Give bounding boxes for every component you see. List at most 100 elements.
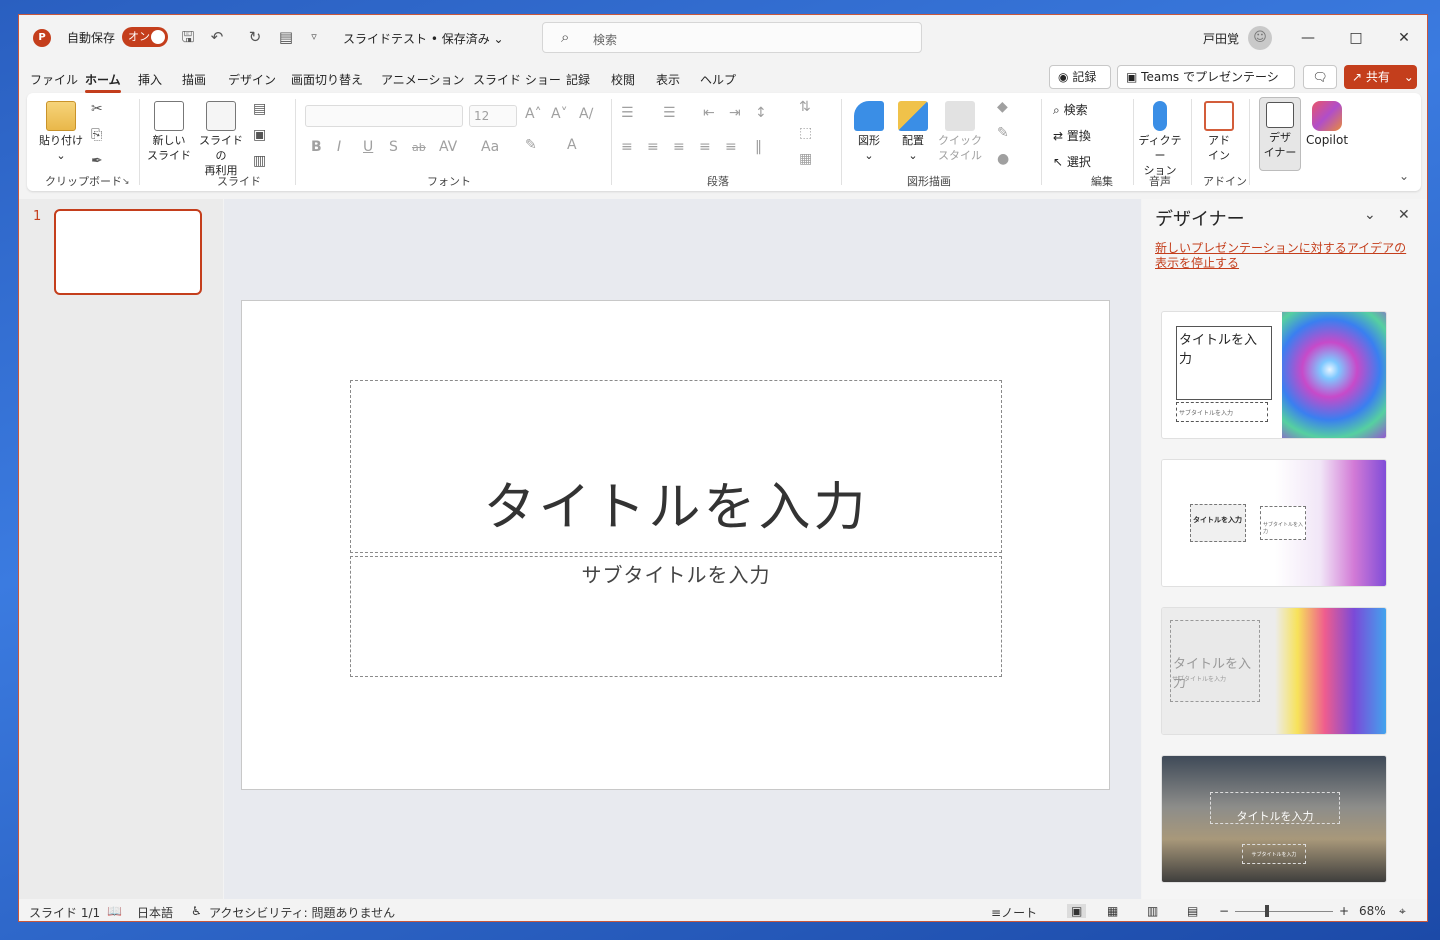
- tab-view[interactable]: 表示: [656, 71, 680, 88]
- close-icon[interactable]: ✕: [1398, 207, 1410, 223]
- present-icon[interactable]: ▤: [276, 27, 296, 47]
- line-spacing-icon[interactable]: ↕: [755, 105, 767, 121]
- distribute-icon[interactable]: ≡: [725, 139, 737, 155]
- zoom-out-icon[interactable]: −: [1219, 904, 1229, 918]
- slideshow-icon[interactable]: ▤: [1187, 904, 1198, 918]
- design-idea-card[interactable]: タイトルを入力 サブタイトルを入力: [1161, 607, 1387, 735]
- collapse-ribbon-icon[interactable]: ⌄: [1399, 169, 1409, 183]
- shape-fill-icon[interactable]: ◆: [997, 99, 1008, 115]
- shapes-button[interactable]: 図形 ⌄: [849, 101, 889, 163]
- char-spacing-icon[interactable]: AV: [439, 139, 457, 155]
- layout-icon[interactable]: ▤: [253, 101, 266, 117]
- change-case-button[interactable]: Aa: [481, 139, 499, 155]
- quick-styles-button[interactable]: クイック スタイル: [935, 101, 985, 163]
- tab-help[interactable]: ヘルプ: [700, 71, 736, 88]
- reuse-slides-button[interactable]: スライドの 再利用: [195, 101, 247, 178]
- redo-icon[interactable]: ↻: [245, 27, 265, 47]
- autosave-toggle[interactable]: オン: [122, 27, 168, 47]
- normal-view-icon[interactable]: ▣: [1067, 904, 1087, 918]
- tab-design[interactable]: デザイン: [228, 71, 276, 88]
- document-title[interactable]: スライドテスト • 保存済み ⌄: [343, 30, 504, 47]
- spelling-icon[interactable]: 📖: [107, 904, 122, 918]
- tab-draw[interactable]: 描画: [182, 71, 206, 88]
- avatar[interactable]: ☺: [1248, 26, 1272, 50]
- tab-transitions[interactable]: 画面切り替え: [291, 71, 363, 88]
- tab-file[interactable]: ファイル: [30, 71, 78, 88]
- highlight-icon[interactable]: ✎: [525, 137, 537, 153]
- align-text-icon[interactable]: ⬚: [799, 125, 812, 141]
- close-button[interactable]: ✕: [1389, 27, 1419, 49]
- bullets-icon[interactable]: ☰: [621, 105, 634, 121]
- align-center-icon[interactable]: ≡: [647, 139, 659, 155]
- font-color-icon[interactable]: A: [567, 137, 577, 153]
- shrink-font-icon[interactable]: A˅: [551, 106, 568, 122]
- search-box[interactable]: ⌕ 検索: [542, 22, 922, 53]
- paste-button[interactable]: 貼り付け ⌄: [39, 101, 83, 163]
- grow-font-icon[interactable]: A˄: [525, 106, 542, 122]
- reading-view-icon[interactable]: ▥: [1147, 904, 1158, 918]
- record-button[interactable]: ◉ 記録: [1049, 65, 1111, 89]
- replace-button[interactable]: ⇄ 置換: [1053, 127, 1091, 144]
- shape-effects-icon[interactable]: ●: [997, 151, 1009, 167]
- strikethrough-button[interactable]: ab: [412, 141, 426, 154]
- clear-format-icon[interactable]: A∕: [579, 106, 593, 122]
- accessibility-icon[interactable]: ♿: [191, 904, 202, 918]
- share-button[interactable]: ↗ 共有 ⌄: [1344, 65, 1417, 89]
- addins-button[interactable]: アド イン: [1199, 101, 1239, 163]
- design-idea-card[interactable]: タイトルを入力 サブタイトルを入力: [1161, 755, 1387, 883]
- align-left-icon[interactable]: ≡: [621, 139, 633, 155]
- slide-canvas[interactable]: タイトルを入力 サブタイトルを入力: [241, 300, 1110, 790]
- tab-record[interactable]: 記録: [566, 71, 590, 88]
- save-icon[interactable]: 🖫: [178, 27, 198, 47]
- copy-icon[interactable]: ⎘: [91, 127, 102, 143]
- tab-slideshow[interactable]: スライド ショー: [473, 71, 561, 88]
- smartart-icon[interactable]: ▦: [799, 151, 812, 167]
- chevron-down-icon[interactable]: ⌄: [1364, 207, 1376, 223]
- underline-button[interactable]: U: [363, 139, 373, 155]
- slide-thumbnail[interactable]: [54, 209, 202, 295]
- fit-slide-icon[interactable]: ⌖: [1399, 904, 1406, 919]
- zoom-in-icon[interactable]: +: [1339, 904, 1349, 918]
- language[interactable]: 日本語: [137, 904, 173, 921]
- tab-insert[interactable]: 挿入: [138, 71, 162, 88]
- bold-button[interactable]: B: [311, 139, 322, 155]
- align-right-icon[interactable]: ≡: [673, 139, 685, 155]
- font-size-box[interactable]: 12: [469, 105, 517, 127]
- font-name-box[interactable]: [305, 105, 463, 127]
- design-idea-card[interactable]: タイトルを入力 サブタイトルを入力: [1161, 459, 1387, 587]
- shadow-button[interactable]: S: [389, 139, 398, 155]
- numbering-icon[interactable]: ☰: [663, 105, 676, 121]
- shape-outline-icon[interactable]: ✎: [997, 125, 1009, 141]
- designer-button[interactable]: デザ イナー: [1259, 97, 1301, 171]
- title-placeholder[interactable]: タイトルを入力: [350, 380, 1002, 553]
- section-icon[interactable]: ▥: [253, 153, 266, 169]
- tab-animations[interactable]: アニメーション: [381, 71, 465, 88]
- increase-indent-icon[interactable]: ⇥: [729, 105, 741, 121]
- customize-toolbar-icon[interactable]: ▿: [304, 27, 324, 47]
- justify-icon[interactable]: ≡: [699, 139, 711, 155]
- columns-icon[interactable]: ‖: [755, 139, 762, 155]
- reset-icon[interactable]: ▣: [253, 127, 266, 143]
- copilot-button[interactable]: Copilot: [1305, 101, 1349, 148]
- accessibility-status[interactable]: アクセシビリティ: 問題ありません: [209, 904, 395, 921]
- tab-home[interactable]: ホーム: [85, 71, 121, 93]
- select-button[interactable]: ↖ 選択: [1053, 153, 1091, 170]
- maximize-button[interactable]: □: [1341, 27, 1371, 49]
- cut-icon[interactable]: ✂: [91, 101, 103, 117]
- undo-icon[interactable]: ↶: [207, 27, 227, 47]
- zoom-level[interactable]: 68%: [1359, 904, 1386, 918]
- find-button[interactable]: ⌕ 検索: [1053, 101, 1088, 118]
- dialog-launcher-icon[interactable]: ↘: [122, 177, 130, 187]
- minimize-button[interactable]: —: [1293, 27, 1323, 49]
- zoom-slider-thumb[interactable]: [1264, 905, 1269, 917]
- new-slide-button[interactable]: 新しい スライド: [145, 101, 193, 163]
- decrease-indent-icon[interactable]: ⇤: [703, 105, 715, 121]
- notes-button[interactable]: ≡ノート: [991, 904, 1037, 921]
- design-idea-card[interactable]: タイトルを入力 サブタイトルを入力: [1161, 311, 1387, 439]
- subtitle-placeholder[interactable]: サブタイトルを入力: [350, 556, 1002, 677]
- text-direction-icon[interactable]: ⇅: [799, 99, 811, 115]
- tab-review[interactable]: 校閲: [611, 71, 635, 88]
- dictate-button[interactable]: ディクテー ション: [1135, 101, 1185, 178]
- comments-button[interactable]: 🗨: [1303, 65, 1337, 89]
- arrange-button[interactable]: 配置 ⌄: [893, 101, 933, 163]
